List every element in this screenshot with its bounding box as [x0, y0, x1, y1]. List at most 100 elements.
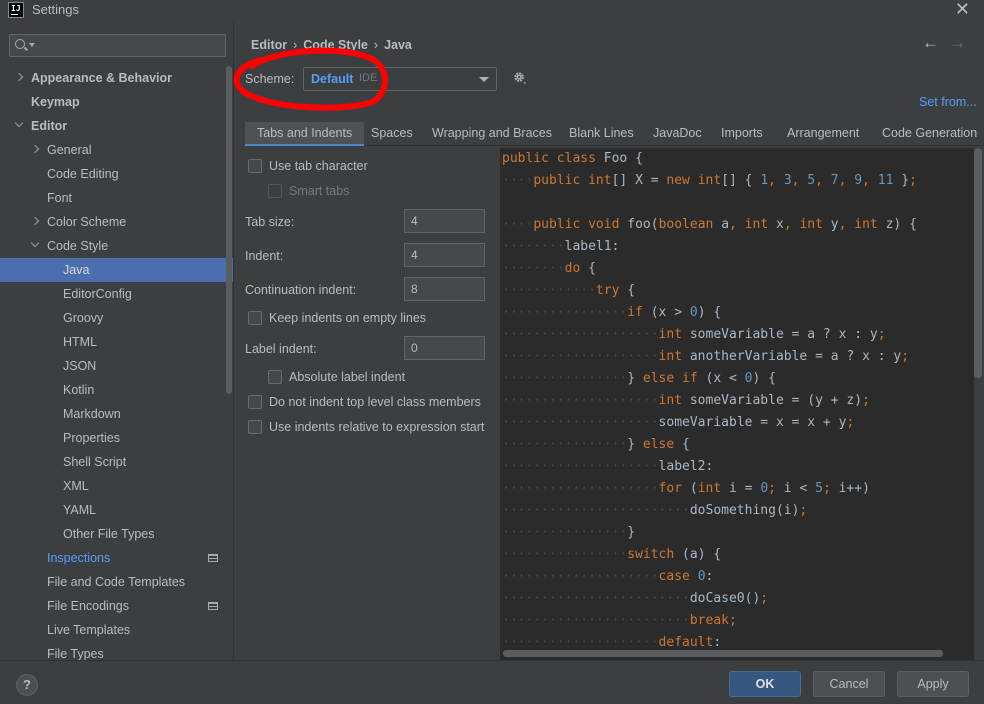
sidebar-item-html[interactable]: HTML [0, 330, 233, 354]
sidebar-item-font[interactable]: Font [0, 186, 233, 210]
checkbox-label: Keep indents on empty lines [269, 311, 427, 325]
search-input[interactable] [9, 34, 226, 57]
scheme-scope: IDE [359, 72, 378, 84]
sidebar-item-file-encodings[interactable]: File Encodings [0, 594, 233, 618]
checkbox-box[interactable] [268, 184, 282, 198]
sidebar-item-inspections[interactable]: Inspections [0, 546, 233, 570]
code-line: ····················for (int i = 0; i < … [502, 481, 870, 496]
breadcrumb: Editor › Code Style › Java [251, 38, 412, 52]
sidebar-item-yaml[interactable]: YAML [0, 498, 233, 522]
tab-blank-lines[interactable]: Blank Lines [569, 122, 634, 146]
set-from-link[interactable]: Set from... [919, 95, 977, 109]
preview-horizontal-scrollbar[interactable] [503, 650, 943, 657]
tab-size-input[interactable]: 4 [404, 209, 485, 233]
back-arrow-icon[interactable]: ← [922, 33, 939, 53]
sidebar-item-color-scheme[interactable]: Color Scheme [0, 210, 233, 234]
tab-code-generation[interactable]: Code Generation [882, 122, 977, 146]
keep-indents-checkbox[interactable]: Keep indents on empty lines [248, 310, 426, 328]
sidebar-item-kotlin[interactable]: Kotlin [0, 378, 233, 402]
sidebar-item-label: Code Editing [47, 167, 119, 181]
sidebar-item-file-and-code-templates[interactable]: File and Code Templates [0, 570, 233, 594]
sidebar-item-label: File and Code Templates [47, 575, 186, 589]
chevron-right-icon[interactable] [14, 72, 24, 82]
checkbox-box[interactable] [248, 159, 262, 173]
label-indent-label: Label indent: [245, 342, 317, 356]
settings-tree: Appearance & Behavior Keymap Editor General… [0, 66, 233, 660]
continuation-indent-input[interactable]: 8 [404, 277, 485, 301]
tab-tabs-and-indents[interactable]: Tabs and Indents [245, 122, 365, 146]
sidebar-item-keymap[interactable]: Keymap [0, 90, 233, 114]
sidebar-item-java[interactable]: Java [0, 258, 233, 282]
checkbox-box[interactable] [248, 311, 262, 325]
code-line: ················} [502, 525, 636, 540]
gear-icon[interactable] [513, 71, 527, 85]
preview-vertical-scrollbar[interactable] [974, 148, 982, 378]
sidebar-item-label: Font [47, 191, 73, 205]
checkbox-box[interactable] [248, 420, 262, 434]
window-title: Settings [32, 2, 79, 17]
sidebar-item-appearance-behavior[interactable]: Appearance & Behavior [0, 66, 233, 90]
code-line: ················if (x > 0) { [502, 305, 722, 320]
sidebar-item-label: JSON [63, 359, 97, 373]
settings-sidebar: Appearance & Behavior Keymap Editor General… [0, 22, 234, 660]
breadcrumb-item[interactable]: Code Style [303, 38, 368, 52]
sidebar-item-json[interactable]: JSON [0, 354, 233, 378]
chevron-right-icon[interactable] [30, 144, 40, 154]
code-line: ························doSomething(i); [502, 503, 808, 518]
absolute-label-indent-checkbox[interactable]: Absolute label indent [268, 369, 405, 387]
use-tab-character-checkbox[interactable]: Use tab character [248, 158, 368, 176]
chevron-right-icon[interactable] [30, 216, 40, 226]
no-indent-top-level-checkbox[interactable]: Do not indent top level class members [248, 394, 481, 412]
checkbox-label: Smart tabs [289, 184, 350, 198]
sidebar-item-code-editing[interactable]: Code Editing [0, 162, 233, 186]
tabs-and-indents-options: Use tab character Smart tabs Tab size: 4… [235, 148, 497, 660]
code-preview[interactable]: public class Foo {····public int[] X = n… [500, 148, 974, 660]
help-button[interactable]: ? [16, 674, 38, 696]
sidebar-item-label: File Encodings [47, 599, 129, 613]
tab-spaces[interactable]: Spaces [371, 122, 413, 146]
sidebar-item-markdown[interactable]: Markdown [0, 402, 233, 426]
relative-indents-checkbox[interactable]: Use indents relative to expression start [248, 419, 484, 437]
tab-wrapping-and-braces[interactable]: Wrapping and Braces [432, 122, 552, 146]
sidebar-item-label: Markdown [63, 407, 121, 421]
indent-input[interactable]: 4 [404, 243, 485, 267]
forward-arrow-icon[interactable]: → [949, 33, 966, 53]
tab-arrangement[interactable]: Arrangement [787, 122, 859, 146]
sidebar-item-label: EditorConfig [63, 287, 132, 301]
sidebar-item-code-style[interactable]: Code Style [0, 234, 233, 258]
cancel-button[interactable]: Cancel [813, 671, 885, 697]
apply-button[interactable]: Apply [897, 671, 969, 697]
sidebar-item-editor[interactable]: Editor [0, 114, 233, 138]
sidebar-item-xml[interactable]: XML [0, 474, 233, 498]
sidebar-item-other-file-types[interactable]: Other File Types [0, 522, 233, 546]
tab-imports[interactable]: Imports [721, 122, 763, 146]
code-line: ········do { [502, 261, 596, 276]
sidebar-item-label: Code Style [47, 239, 109, 253]
sidebar-item-groovy[interactable]: Groovy [0, 306, 233, 330]
chevron-down-icon[interactable] [30, 238, 40, 248]
chevron-down-icon[interactable] [29, 43, 35, 47]
checkbox-label: Do not indent top level class members [269, 395, 481, 409]
sidebar-item-file-types[interactable]: File Types [0, 642, 233, 660]
indent-label: Indent: [245, 249, 284, 263]
sidebar-item-label: YAML [63, 503, 97, 517]
ok-button[interactable]: OK [729, 671, 801, 697]
checkbox-box[interactable] [268, 370, 282, 384]
sidebar-item-live-templates[interactable]: Live Templates [0, 618, 233, 642]
tab-javadoc[interactable]: JavaDoc [653, 122, 702, 146]
code-line: ····················case 0: [502, 569, 714, 584]
scheme-dropdown[interactable]: Default IDE [303, 67, 497, 91]
chevron-down-icon [479, 77, 489, 82]
chevron-down-icon[interactable] [14, 118, 24, 128]
close-icon[interactable]: ✕ [955, 0, 970, 20]
sidebar-item-shell-script[interactable]: Shell Script [0, 450, 233, 474]
sidebar-scrollbar[interactable] [226, 66, 232, 394]
breadcrumb-item[interactable]: Editor [251, 38, 287, 52]
sidebar-item-editorconfig[interactable]: EditorConfig [0, 282, 233, 306]
checkbox-box[interactable] [248, 395, 262, 409]
smart-tabs-checkbox[interactable]: Smart tabs [268, 183, 349, 201]
code-line: ················} else { [502, 437, 690, 452]
label-indent-input[interactable]: 0 [404, 336, 485, 360]
sidebar-item-properties[interactable]: Properties [0, 426, 233, 450]
sidebar-item-general[interactable]: General [0, 138, 233, 162]
